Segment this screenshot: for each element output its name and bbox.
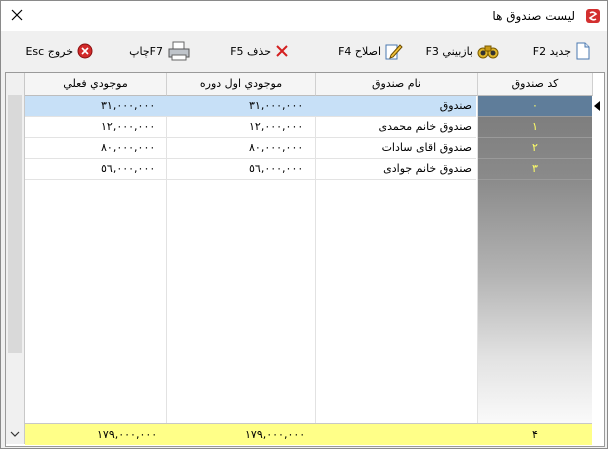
new-button-label: جديد F2: [532, 44, 571, 58]
cell-code[interactable]: ٠: [478, 96, 592, 117]
cell-opening: ٥٦,٠٠٠,٠٠٠: [249, 162, 304, 175]
scroll-down-icon[interactable]: [10, 430, 20, 438]
cell-opening: ٨٠,٠٠٠,٠٠٠: [249, 141, 304, 154]
inspect-button-label: بازبيني F3: [425, 44, 473, 58]
cell-name: صندوق: [439, 99, 472, 112]
cell-name: صندوق خانم جوادی: [383, 162, 472, 175]
title-bar: ليست صندوق ها: [1, 1, 607, 31]
cell-code[interactable]: ٢: [478, 138, 592, 159]
new-button[interactable]: جديد F2: [503, 37, 591, 65]
header-opening-balance[interactable]: موجودي اول دوره: [167, 73, 316, 96]
delete-button[interactable]: حذف F5: [223, 37, 289, 65]
table-row[interactable]: ٨٠,٠٠٠,٠٠٠ ٨٠,٠٠٠,٠٠٠ صندوق اقای سادات: [25, 138, 476, 159]
exit-button-label: خروج Esc: [25, 44, 73, 58]
window: ليست صندوق ها جديد F2 بازبيني F3 اصلاح F…: [0, 0, 608, 449]
scrollbar-thumb[interactable]: [8, 95, 22, 353]
vertical-scrollbar[interactable]: [6, 73, 25, 444]
header-actual-balance[interactable]: موجودي فعلي: [25, 73, 167, 96]
close-icon[interactable]: [9, 7, 25, 23]
binoculars-icon: [477, 45, 499, 59]
toolbar: جديد F2 بازبيني F3 اصلاح F4 حذف F5 F7چاپ…: [1, 35, 607, 67]
cell-actual: ٨٠,٠٠٠,٠٠٠: [101, 141, 156, 154]
app-logo-icon: [586, 9, 600, 23]
header-box-code[interactable]: كد صندوق: [478, 73, 593, 96]
table-row[interactable]: ٣١,٠٠٠,٠٠٠ ٣١,٠٠٠,٠٠٠ صندوق: [25, 96, 476, 117]
cell-opening: ٣١,٠٠٠,٠٠٠: [249, 99, 304, 112]
cell-name: صندوق اقای سادات: [381, 141, 472, 154]
new-document-icon: [576, 42, 590, 60]
cell-name: صندوق خانم محمدی: [378, 120, 472, 133]
inspect-button[interactable]: بازبيني F3: [407, 37, 499, 65]
print-button-label: F7چاپ: [129, 44, 163, 58]
exit-stop-icon: [77, 43, 93, 59]
print-button[interactable]: F7چاپ: [121, 37, 191, 65]
cell-actual: ١٢,٠٠٠,٠٠٠: [101, 120, 156, 133]
delete-x-icon: [276, 45, 288, 57]
header-box-name[interactable]: نام صندوق: [316, 73, 478, 96]
cash-box-grid[interactable]: موجودي فعلي موجودي اول دوره نام صندوق كد…: [5, 72, 605, 447]
edit-pencil-icon: [385, 44, 403, 60]
total-actual: ١٧٩,٠٠٠,٠٠٠: [97, 428, 158, 441]
edit-button-label: اصلاح F4: [338, 44, 381, 58]
window-title: ليست صندوق ها: [492, 9, 575, 23]
delete-button-label: حذف F5: [230, 44, 271, 58]
totals-footer: ١٧٩,٠٠٠,٠٠٠ ١٧٩,٠٠٠,٠٠٠ ۴: [25, 423, 592, 445]
table-row[interactable]: ١٢,٠٠٠,٠٠٠ ١٢,٠٠٠,٠٠٠ صندوق خانم محمدی: [25, 117, 476, 138]
cell-actual: ٣١,٠٠٠,٠٠٠: [101, 99, 156, 112]
edit-button[interactable]: اصلاح F4: [319, 37, 403, 65]
total-count: ۴: [532, 428, 538, 441]
current-row-indicator-icon: [594, 101, 600, 111]
cell-code[interactable]: ٣: [478, 159, 592, 180]
cell-actual: ٥٦,٠٠٠,٠٠٠: [101, 162, 156, 175]
cell-code[interactable]: ١: [478, 117, 592, 138]
table-row[interactable]: ٥٦,٠٠٠,٠٠٠ ٥٦,٠٠٠,٠٠٠ صندوق خانم جوادی: [25, 159, 476, 180]
printer-icon: [168, 41, 190, 61]
total-opening: ١٧٩,٠٠٠,٠٠٠: [245, 428, 306, 441]
exit-button[interactable]: خروج Esc: [23, 37, 93, 65]
cell-opening: ١٢,٠٠٠,٠٠٠: [249, 120, 304, 133]
